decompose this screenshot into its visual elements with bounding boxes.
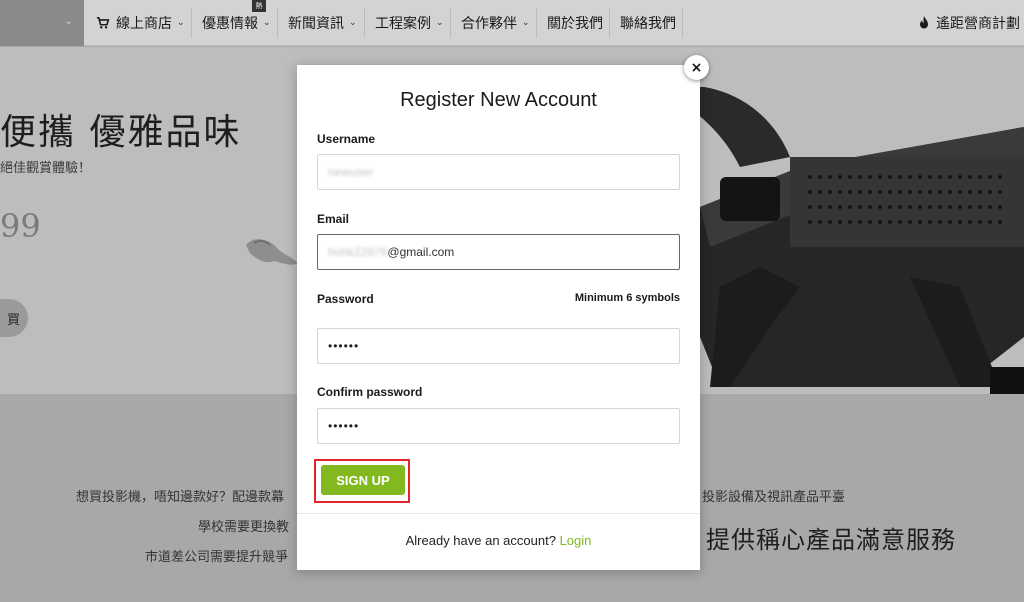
- chevron-down-icon: ⌄: [64, 14, 74, 27]
- nav-item-label: 工程案例: [375, 16, 431, 32]
- hero-subtitle: 絕佳觀賞體驗！: [0, 161, 92, 176]
- confirm-password-field[interactable]: ••••••: [317, 408, 680, 444]
- chevron-down-icon: ⌄: [349, 18, 357, 28]
- chevron-down-icon: ⌄: [522, 18, 530, 28]
- nav-item-label: 優惠情報: [202, 16, 258, 32]
- nav-item-label: 合作夥伴: [461, 16, 517, 32]
- confirm-password-label: Confirm password: [317, 385, 423, 399]
- confirm-password-value: ••••••: [328, 419, 360, 433]
- chevron-down-icon: ⌄: [263, 18, 271, 28]
- nav-item-contact[interactable]: 聯絡我們: [620, 0, 676, 46]
- nav-divider: [536, 8, 537, 38]
- nav-divider: [364, 8, 365, 38]
- nav-item-label: 線上商店: [116, 16, 172, 32]
- password-label: Password: [317, 292, 374, 306]
- nav-divider: [450, 8, 451, 38]
- logo-area[interactable]: ⌄: [0, 0, 84, 46]
- flame-icon: [920, 16, 928, 29]
- login-link[interactable]: Login: [560, 533, 592, 548]
- service-headline: 提供稱心產品滿意服務: [706, 526, 956, 554]
- password-value: ••••••: [328, 339, 360, 353]
- hero-price: 99: [0, 207, 41, 245]
- nav-item-label: 新聞資訊: [288, 16, 344, 32]
- nav-divider: [609, 8, 610, 38]
- email-label: Email: [317, 212, 350, 226]
- modal-divider: [297, 513, 700, 514]
- hero-buy-button[interactable]: 買: [0, 299, 28, 337]
- nav-item-projects[interactable]: 工程案例 ⌄: [375, 0, 444, 46]
- nav-item-about[interactable]: 關於我們: [547, 0, 603, 46]
- nav-divider: [277, 8, 278, 38]
- password-hint: Minimum 6 symbols: [574, 292, 680, 304]
- intro-text-right: 投影設備及視訊產品平臺: [702, 490, 846, 505]
- nav-item-label: 聯絡我們: [620, 16, 676, 32]
- register-modal: Register New Account Username newuser Em…: [297, 65, 700, 570]
- nav-item-news[interactable]: 新聞資訊 ⌄: [288, 0, 357, 46]
- close-icon[interactable]: ×: [684, 55, 709, 80]
- projector-image: [660, 87, 1024, 394]
- login-prompt: Already have an account? Login: [297, 533, 700, 548]
- nav-item-partners[interactable]: 合作夥伴 ⌄: [461, 0, 530, 46]
- nav-item-label: 遙距營商計劃: [936, 16, 1020, 32]
- signup-button[interactable]: SIGN UP: [321, 465, 405, 495]
- intro-text-line2: 學校需要更換教: [198, 520, 290, 535]
- have-account-text: Already have an account?: [405, 533, 556, 548]
- chevron-down-icon: ⌄: [177, 18, 185, 28]
- email-value-redacted: hohk22876: [328, 245, 388, 259]
- nav-item-online-store[interactable]: 線上商店 ⌄: [96, 0, 185, 46]
- intro-text-line3: 市道差公司需要提升競爭: [145, 550, 289, 565]
- top-navigation: ⌄ 線上商店 ⌄ 優惠情報 ⌄ 熱 新聞資訊 ⌄ 工程案例 ⌄ 合作夥伴 ⌄ 關…: [0, 0, 1024, 46]
- username-value: newuser: [328, 165, 374, 179]
- password-field[interactable]: ••••••: [317, 328, 680, 364]
- email-field[interactable]: hohk22876 @gmail.com: [317, 234, 680, 270]
- hot-badge: 熱: [252, 0, 266, 12]
- intro-text-line1: 想買投影機，唔知邊款好？配邊款幕: [76, 490, 285, 505]
- nav-item-remote-business[interactable]: 遙距營商計劃: [918, 0, 1020, 46]
- username-field[interactable]: newuser: [317, 154, 680, 190]
- hero-title: 便攜 優雅品味: [0, 112, 242, 153]
- cart-icon: [96, 16, 110, 29]
- chevron-down-icon: ⌄: [436, 18, 444, 28]
- email-value-domain: @gmail.com: [387, 245, 455, 259]
- hand-image: [246, 239, 298, 265]
- nav-item-label: 關於我們: [547, 16, 603, 32]
- nav-divider: [191, 8, 192, 38]
- username-label: Username: [317, 132, 376, 146]
- nav-divider: [682, 8, 683, 38]
- modal-title: Register New Account: [400, 89, 597, 111]
